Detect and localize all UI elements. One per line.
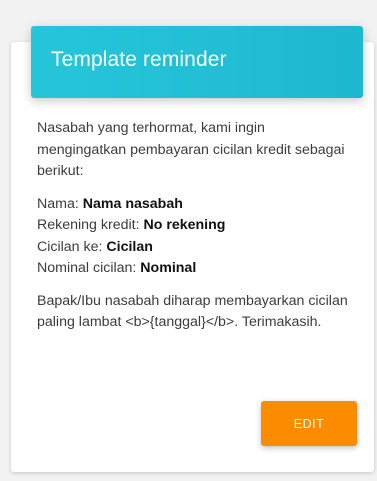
detail-value: Nominal [140, 260, 197, 276]
edit-button[interactable]: EDIT [261, 401, 357, 446]
details-list: Nama: Nama nasabah Rekening kredit: No r… [37, 194, 357, 280]
card-header: Template reminder [31, 26, 363, 98]
closing-text: Bapak/Ibu nasabah diharap membayarkan ci… [37, 292, 348, 331]
detail-label: Nominal cicilan: [37, 260, 141, 276]
intro-text: Nasabah yang terhormat, kami ingin mengi… [37, 120, 345, 179]
detail-row-nama: Nama: Nama nasabah [37, 194, 357, 216]
detail-label: Rekening kredit: [37, 217, 144, 233]
detail-label: Cicilan ke: [37, 238, 107, 255]
detail-value: Cicilan [106, 238, 153, 255]
detail-row-cicilan: Cicilan ke: Cicilan [37, 237, 357, 259]
card-body: Nasabah yang terhormat, kami ingin mengi… [37, 118, 357, 334]
card-title: Template reminder [51, 48, 227, 71]
detail-value: Nama nasabah [82, 195, 183, 212]
detail-value: No rekening [143, 217, 226, 233]
detail-label: Nama: [37, 195, 83, 212]
detail-row-nominal: Nominal cicilan: Nominal [37, 258, 357, 280]
detail-row-rekening: Rekening kredit: No rekening [37, 215, 357, 237]
